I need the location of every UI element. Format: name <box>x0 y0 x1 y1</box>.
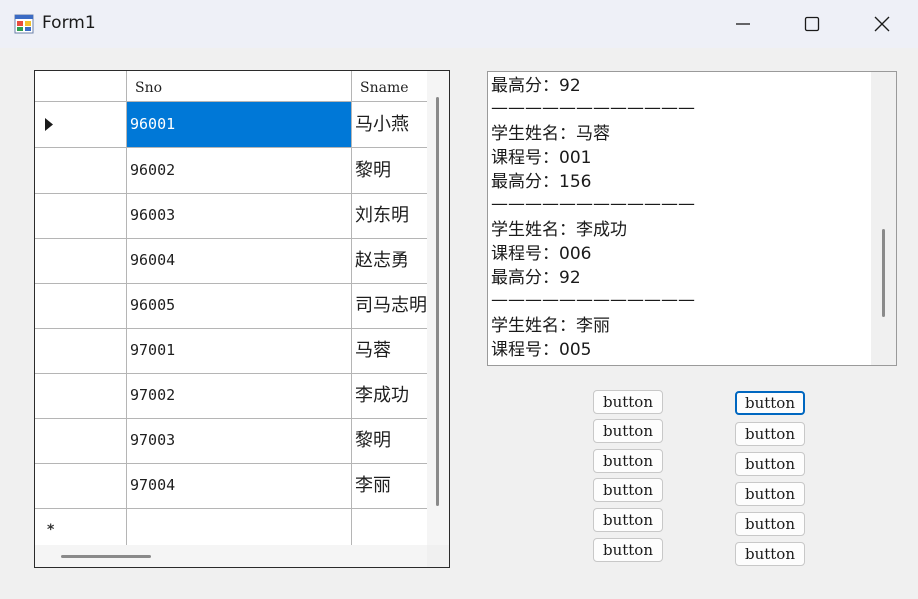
row-header[interactable] <box>35 328 127 373</box>
cell-sno[interactable]: 96001 <box>127 102 352 147</box>
cell-sname[interactable]: 赵志勇 <box>352 238 432 283</box>
form-icon <box>14 14 34 34</box>
button-left-2[interactable]: button <box>593 419 663 443</box>
button-right-4[interactable]: button <box>735 482 805 506</box>
textbox-vertical-scrollbar[interactable] <box>871 72 896 365</box>
row-header[interactable] <box>35 418 127 463</box>
textbox-scroll-thumb[interactable] <box>882 229 885 317</box>
current-row-arrow-icon <box>45 118 53 131</box>
title-bar: Form1 <box>0 0 918 48</box>
close-icon <box>874 16 890 32</box>
close-button[interactable] <box>847 0 917 48</box>
table-row[interactable]: 97002 李成功 <box>35 373 427 419</box>
text-line: 最高分：92 <box>491 76 581 96</box>
separator-line: ———————————— <box>491 194 695 214</box>
row-header-corner[interactable] <box>35 71 127 101</box>
cell-sname[interactable]: 马小燕 <box>352 102 432 147</box>
new-row-marker: * <box>47 522 55 538</box>
maximize-button[interactable] <box>777 0 847 48</box>
text-line: 课程号：001 <box>491 148 592 168</box>
button-right-1[interactable]: button <box>735 391 805 415</box>
separator-line: ———————————— <box>491 290 695 310</box>
table-row[interactable]: 96001 马小燕 <box>35 102 427 148</box>
cell-sname[interactable]: 马蓉 <box>352 328 432 373</box>
cell-sno[interactable]: 97001 <box>127 328 352 373</box>
text-line: 课程号：006 <box>491 244 592 264</box>
button-left-4[interactable]: button <box>593 478 663 502</box>
cell-sno[interactable]: 96004 <box>127 238 352 283</box>
row-header[interactable] <box>35 373 127 418</box>
grid-vertical-scrollbar[interactable] <box>427 71 449 545</box>
cell-sno[interactable]: 96002 <box>127 148 352 193</box>
text-line: 学生姓名：李成功 <box>491 220 627 240</box>
text-line: 课程号：005 <box>491 340 592 360</box>
separator-line: ———————————— <box>491 98 695 118</box>
cell-sno[interactable]: 97004 <box>127 463 352 508</box>
table-row[interactable]: 96003 刘东明 <box>35 193 427 239</box>
row-header[interactable] <box>35 238 127 283</box>
button-left-1[interactable]: button <box>593 390 663 414</box>
grid-vertical-scroll-thumb[interactable] <box>436 97 439 506</box>
button-left-3[interactable]: button <box>593 449 663 473</box>
cell-sno[interactable]: 97003 <box>127 418 352 463</box>
grid-horizontal-scrollbar[interactable] <box>35 545 427 567</box>
student-data-grid[interactable]: Sno Sname 96001 马小燕 96002 黎明 96003 刘东明 9… <box>34 70 450 568</box>
button-right-5[interactable]: button <box>735 512 805 536</box>
row-header[interactable] <box>35 102 127 147</box>
row-header[interactable] <box>35 463 127 508</box>
column-header-sno[interactable]: Sno <box>127 71 352 101</box>
row-header[interactable] <box>35 148 127 193</box>
cell-sno[interactable]: 96003 <box>127 193 352 238</box>
button-left-6[interactable]: button <box>593 538 663 562</box>
table-row[interactable]: 96004 赵志勇 <box>35 238 427 284</box>
table-row[interactable]: 96005 司马志明 <box>35 283 427 329</box>
button-right-2[interactable]: button <box>735 422 805 446</box>
cell-sname[interactable]: 李丽 <box>352 463 432 508</box>
window-title: Form1 <box>42 13 96 33</box>
cell-sno[interactable]: 96005 <box>127 283 352 328</box>
grid-header: Sno Sname <box>35 71 427 102</box>
minimize-icon <box>736 23 750 25</box>
table-row[interactable]: 97001 马蓉 <box>35 328 427 374</box>
cell-sno[interactable]: 97002 <box>127 373 352 418</box>
button-right-6[interactable]: button <box>735 542 805 566</box>
text-line: 学生姓名：马蓉 <box>491 124 610 144</box>
text-line: 学生姓名：李丽 <box>491 316 610 336</box>
result-textbox[interactable]: 最高分：92 ———————————— 学生姓名：马蓉 课程号：001 最高分：… <box>487 71 897 366</box>
row-header[interactable] <box>35 193 127 238</box>
row-header[interactable] <box>35 283 127 328</box>
column-header-sname[interactable]: Sname <box>352 71 432 101</box>
button-right-3[interactable]: button <box>735 452 805 476</box>
cell-sname[interactable]: 刘东明 <box>352 193 432 238</box>
minimize-button[interactable] <box>708 0 778 48</box>
table-row[interactable]: 97003 黎明 <box>35 418 427 464</box>
table-row[interactable]: 97004 李丽 <box>35 463 427 509</box>
cell-sname[interactable]: 黎明 <box>352 418 432 463</box>
text-line: 最高分：92 <box>491 268 581 288</box>
maximize-icon <box>804 16 820 32</box>
button-left-5[interactable]: button <box>593 508 663 532</box>
cell-sname[interactable]: 李成功 <box>352 373 432 418</box>
grid-horizontal-scroll-thumb[interactable] <box>61 555 151 558</box>
cell-sname[interactable]: 司马志明 <box>352 283 432 328</box>
table-row[interactable]: 96002 黎明 <box>35 148 427 194</box>
scrollbar-corner <box>427 545 449 567</box>
text-line: 最高分：156 <box>491 172 592 192</box>
cell-sname[interactable]: 黎明 <box>352 148 432 193</box>
